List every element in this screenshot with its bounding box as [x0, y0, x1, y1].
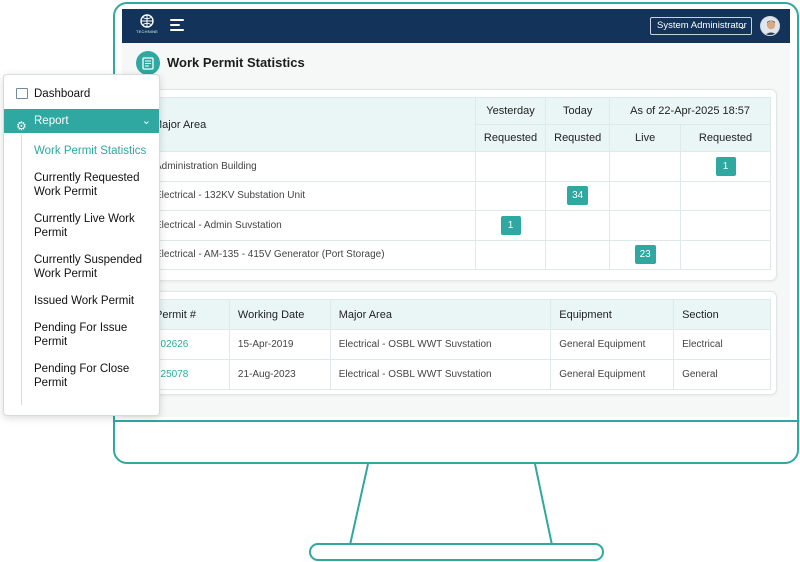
permit-number-link[interactable]: 125078: [155, 369, 188, 380]
yesterday-cell: [474, 151, 547, 182]
yesterday-cell: [474, 180, 547, 211]
requested-cell: [680, 180, 771, 211]
table-row: Electrical - AM-135 - 415V Generator (Po…: [146, 239, 771, 270]
user-avatar-icon: [761, 17, 779, 35]
app-header: TECHNINE System Administrator ⌄: [122, 9, 790, 43]
logo-text: TECHNINE: [136, 29, 159, 34]
section-cell: Electrical: [673, 329, 771, 360]
working-date-cell: 21-Aug-2023: [228, 359, 331, 390]
avatar[interactable]: [760, 16, 780, 36]
major-area-cell: Electrical - AM-135 - 415V Generator (Po…: [146, 239, 476, 270]
count-badge[interactable]: 1: [715, 156, 736, 176]
statistics-card: Major Area Yesterday Today As of 22-Apr-…: [137, 89, 777, 281]
user-role-select[interactable]: System Administrator ⌄: [650, 17, 752, 35]
major-area-cell: Electrical - 132KV Substation Unit: [146, 180, 476, 211]
sidebar-subitem-issued[interactable]: Issued Work Permit: [34, 295, 156, 309]
app-screen: TECHNINE System Administrator ⌄ Work Per…: [122, 9, 790, 417]
today-cell: 34: [545, 180, 611, 211]
col-group-yesterday: Yesterday: [474, 97, 547, 125]
major-area-cell: Administration Building: [146, 151, 476, 182]
statistics-icon: [136, 51, 160, 75]
live-cell: [609, 210, 682, 241]
permit-table: Permit # Working Date Major Area Equipme…: [146, 299, 771, 390]
today-cell: [545, 239, 611, 270]
permit-number-link[interactable]: 202626: [155, 339, 188, 350]
page-title: Work Permit Statistics: [167, 55, 305, 70]
sidebar-subitem-work-permit-statistics[interactable]: Work Permit Statistics: [34, 145, 156, 159]
sidebar-subitem-currently-live[interactable]: Currently Live Work Permit: [34, 213, 156, 240]
count-badge[interactable]: 23: [634, 245, 656, 265]
yesterday-cell: [474, 239, 547, 270]
globe-icon: [140, 14, 154, 28]
sidebar: Dashboard ⚙ Report ⌄ Work Permit Statist…: [3, 74, 160, 416]
working-date-cell: 15-Apr-2019: [228, 329, 331, 360]
sidebar-subitem-pending-issue[interactable]: Pending For Issue Permit: [34, 322, 156, 349]
table-row: 125078 21-Aug-2023 Electrical - OSBL WWT…: [146, 359, 771, 390]
col-requested: Requested: [680, 124, 771, 152]
table-row: Electrical - Admin Suvstation 1: [146, 210, 771, 241]
col-yesterday-requested: Requested: [474, 124, 547, 152]
submenu-rail: [21, 135, 22, 405]
monitor-base: [309, 543, 604, 561]
brand-logo[interactable]: TECHNINE: [136, 14, 158, 38]
col-group-today: Today: [545, 97, 611, 125]
sidebar-subitem-currently-requested[interactable]: Currently Requested Work Permit: [34, 172, 156, 199]
requested-cell: [680, 210, 771, 241]
table-row: 202626 15-Apr-2019 Electrical - OSBL WWT…: [146, 329, 771, 360]
sidebar-item-label: Report: [34, 115, 69, 127]
count-badge[interactable]: 1: [500, 215, 521, 235]
chevron-down-icon: ⌄: [141, 115, 151, 127]
live-cell: 23: [609, 239, 682, 270]
today-cell: [545, 151, 611, 182]
col-today-requested: Requsted: [545, 124, 611, 152]
sidebar-item-label: Dashboard: [34, 88, 91, 100]
yesterday-cell: 1: [474, 210, 547, 241]
section-cell: General: [673, 359, 771, 390]
live-cell: [609, 180, 682, 211]
col-section: Section: [673, 299, 771, 330]
major-area-cell: Electrical - OSBL WWT Suvstation: [329, 329, 552, 360]
col-live: Live: [609, 124, 682, 152]
dashboard-icon: [16, 88, 28, 99]
menu-toggle-icon[interactable]: [170, 19, 186, 33]
col-major-area: Major Area: [329, 299, 552, 330]
user-role-label: System Administrator: [657, 20, 747, 31]
equipment-cell: General Equipment: [550, 359, 675, 390]
table-row: Electrical - 132KV Substation Unit 34: [146, 180, 771, 211]
requested-cell: 1: [680, 151, 771, 182]
col-equipment: Equipment: [550, 299, 675, 330]
col-major-area: Major Area: [146, 97, 476, 152]
sidebar-subitem-pending-close[interactable]: Pending For Close Permit: [34, 363, 156, 390]
chevron-down-icon: ⌄: [738, 21, 746, 31]
col-group-as-of: As of 22-Apr-2025 18:57: [609, 97, 771, 125]
statistics-table: Major Area Yesterday Today As of 22-Apr-…: [146, 97, 771, 270]
major-area-cell: Electrical - Admin Suvstation: [146, 210, 476, 241]
col-working-date: Working Date: [228, 299, 331, 330]
major-area-cell: Electrical - OSBL WWT Suvstation: [329, 359, 552, 390]
count-badge[interactable]: 34: [567, 186, 589, 206]
today-cell: [545, 210, 611, 241]
sidebar-item-dashboard[interactable]: Dashboard: [4, 85, 159, 107]
equipment-cell: General Equipment: [550, 329, 675, 360]
requested-cell: [680, 239, 771, 270]
live-cell: [609, 151, 682, 182]
sidebar-subitem-currently-suspended[interactable]: Currently Suspended Work Permit: [34, 254, 156, 281]
sidebar-item-report[interactable]: ⚙ Report ⌄: [4, 109, 159, 133]
permit-list-card: Permit # Working Date Major Area Equipme…: [137, 291, 777, 395]
table-row: Administration Building 1: [146, 151, 771, 182]
